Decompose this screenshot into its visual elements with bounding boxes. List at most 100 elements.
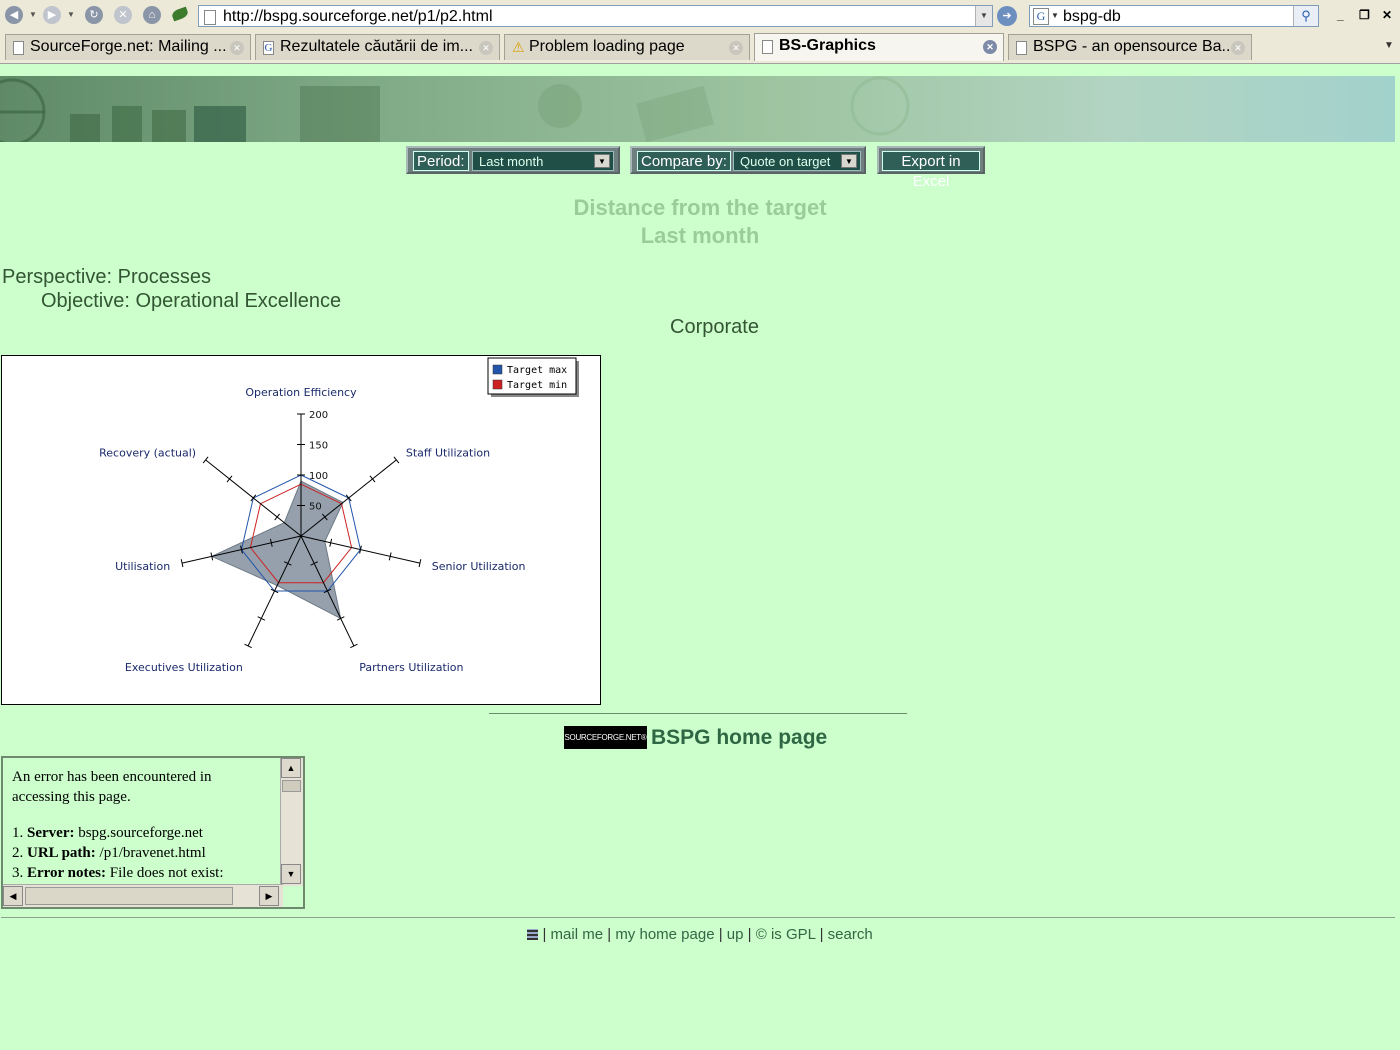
error-intro: An error has been encountered in accessi… [12,769,212,805]
home-icon[interactable]: ⌂ [143,6,161,24]
chart-subtitle: Last month [640,223,760,248]
category-label: Partners Utilization [359,661,463,674]
tab-google-images[interactable]: G Rezultatele căutării de im... ✕ [255,34,500,60]
banner-decoration [0,76,910,142]
radar-chart-svg: 50 100 150 200 Operation Efficiency Staff Uti… [99,357,579,674]
address-bar[interactable]: http://bspg.sourceforge.net/p1/p2.html ▼ [198,5,993,27]
forward-icon[interactable]: ▶ [43,6,61,24]
tab-label: SourceForge.net: Mailing ... [30,38,227,55]
error-num: 3. [12,865,24,881]
page-icon [762,40,773,54]
error-item: 2. URL path: /p1/bravenet.html [12,843,272,863]
engine-dropdown-icon[interactable]: ▼ [1051,11,1059,20]
home-page-link[interactable]: BSPG home page [651,726,827,750]
scroll-up-icon[interactable]: ▲ [281,758,301,778]
page-icon [13,41,24,55]
tab-label: Rezultatele căutării de im... [280,38,473,55]
radial-tick-label: 200 [309,410,328,421]
radar-tick [350,643,358,649]
objective-heading: Objective: Operational Excellence [41,290,342,312]
chart-title: Distance from the target [573,195,827,220]
period-control: Period: Last month ▼ [406,146,620,174]
radar-chart: 50 100 150 200 Operation Efficiency Staff Uti… [1,355,601,705]
address-dropdown-icon[interactable]: ▼ [975,6,992,26]
scroll-left-icon[interactable]: ◀ [3,886,23,906]
tab-problem-loading[interactable]: ⚠ Problem loading page ✕ [504,34,750,60]
address-text[interactable]: http://bspg.sourceforge.net/p1/p2.html [223,8,493,26]
scroll-right-icon[interactable]: ▶ [259,886,279,906]
addon-icon[interactable] [170,6,190,22]
tab-sourceforge-mailing[interactable]: SourceForge.net: Mailing ... ✕ [5,34,251,60]
error-key: URL path: [27,845,96,861]
page-icon [1016,41,1027,55]
scroll-thumb[interactable] [282,780,301,792]
counter-icon [527,929,539,940]
legend-entry: Target min [507,380,567,391]
period-label: Period: [413,151,469,171]
stop-icon[interactable]: ✕ [114,6,132,24]
my-home-page-link[interactable]: my home page [615,926,714,943]
tab-close-icon[interactable]: ✕ [983,40,997,54]
error-content: An error has been encountered in accessi… [12,767,272,883]
radar-tick [226,475,233,483]
scroll-thumb[interactable] [25,887,233,905]
export-excel-button[interactable]: Export in Excel [882,151,980,190]
category-label: Executives Utilization [125,661,243,674]
close-icon[interactable]: ✕ [1382,8,1392,22]
error-item: 1. Server: bspg.sourceforge.net [12,823,272,843]
tab-label: Problem loading page [529,38,685,55]
category-label: Recovery (actual) [99,446,196,459]
footer-links: | mail me | my home page | up | © is GPL… [0,926,1400,943]
category-label: Operation Efficiency [245,386,357,399]
search-box[interactable]: G ▼ bspg-db ⚲ [1029,5,1319,27]
scroll-down-icon[interactable]: ▼ [281,864,301,884]
error-num: 2. [12,845,24,861]
tab-list-icon[interactable]: ▼ [1384,40,1394,51]
tab-label: BSPG - an opensource Ba... [1033,38,1235,55]
tab-close-icon[interactable]: ✕ [1231,41,1245,55]
error-item: 3. Error notes: File does not exist: [12,863,272,883]
period-select[interactable]: Last month ▼ [472,151,614,171]
minimize-icon[interactable]: _ [1337,8,1344,22]
perspective-heading: Perspective: Processes [2,266,211,288]
legend-swatch [492,379,503,390]
category-label: Senior Utilization [432,560,526,573]
error-val: /p1/bravenet.html [95,845,206,861]
divider [489,713,907,714]
search-icon[interactable]: ⚲ [1293,6,1318,26]
tab-bspg[interactable]: BSPG - an opensource Ba... ✕ [1008,34,1252,60]
vertical-scrollbar[interactable]: ▲ ▼ [280,758,303,886]
compare-select[interactable]: Quote on target ▼ [733,151,861,171]
radar-tick [393,456,400,464]
reload-icon[interactable]: ↻ [85,6,103,24]
chevron-down-icon[interactable]: ▼ [594,154,610,168]
search-input[interactable]: bspg-db [1063,8,1121,26]
tab-close-icon[interactable]: ✕ [230,41,244,55]
tab-label: BS-Graphics [779,37,876,54]
export-control: Export in Excel [877,146,985,190]
go-icon[interactable]: ➔ [997,6,1017,26]
up-link[interactable]: up [727,926,744,943]
category-label: Staff Utilization [406,446,490,459]
horizontal-scrollbar[interactable]: ◀ ▶ [3,884,283,907]
error-key: Server: [27,825,75,841]
tab-bs-graphics[interactable]: BS-Graphics ✕ [754,33,1004,61]
tab-close-icon[interactable]: ✕ [479,41,493,55]
back-icon[interactable]: ◀ [5,6,23,24]
forward-dropdown-icon[interactable]: ▼ [67,10,75,19]
search-link[interactable]: search [828,926,873,943]
sourceforge-logo[interactable]: SOURCEFORGE.NET® [564,726,647,749]
google-icon[interactable]: G [1033,8,1049,25]
chevron-down-icon[interactable]: ▼ [841,154,857,168]
restore-icon[interactable]: ❐ [1359,8,1370,22]
tab-close-icon[interactable]: ✕ [729,41,743,55]
back-dropdown-icon[interactable]: ▼ [29,10,37,19]
radar-tick [274,513,280,521]
error-frame: An error has been encountered in accessi… [1,756,305,909]
mail-me-link[interactable]: mail me [551,926,604,943]
radial-tick-label: 50 [309,502,322,513]
unit-heading: Corporate [670,316,759,338]
compare-value: Quote on target [740,154,831,169]
gpl-link[interactable]: © is GPL [756,926,816,943]
radial-tick-label: 100 [309,471,328,482]
